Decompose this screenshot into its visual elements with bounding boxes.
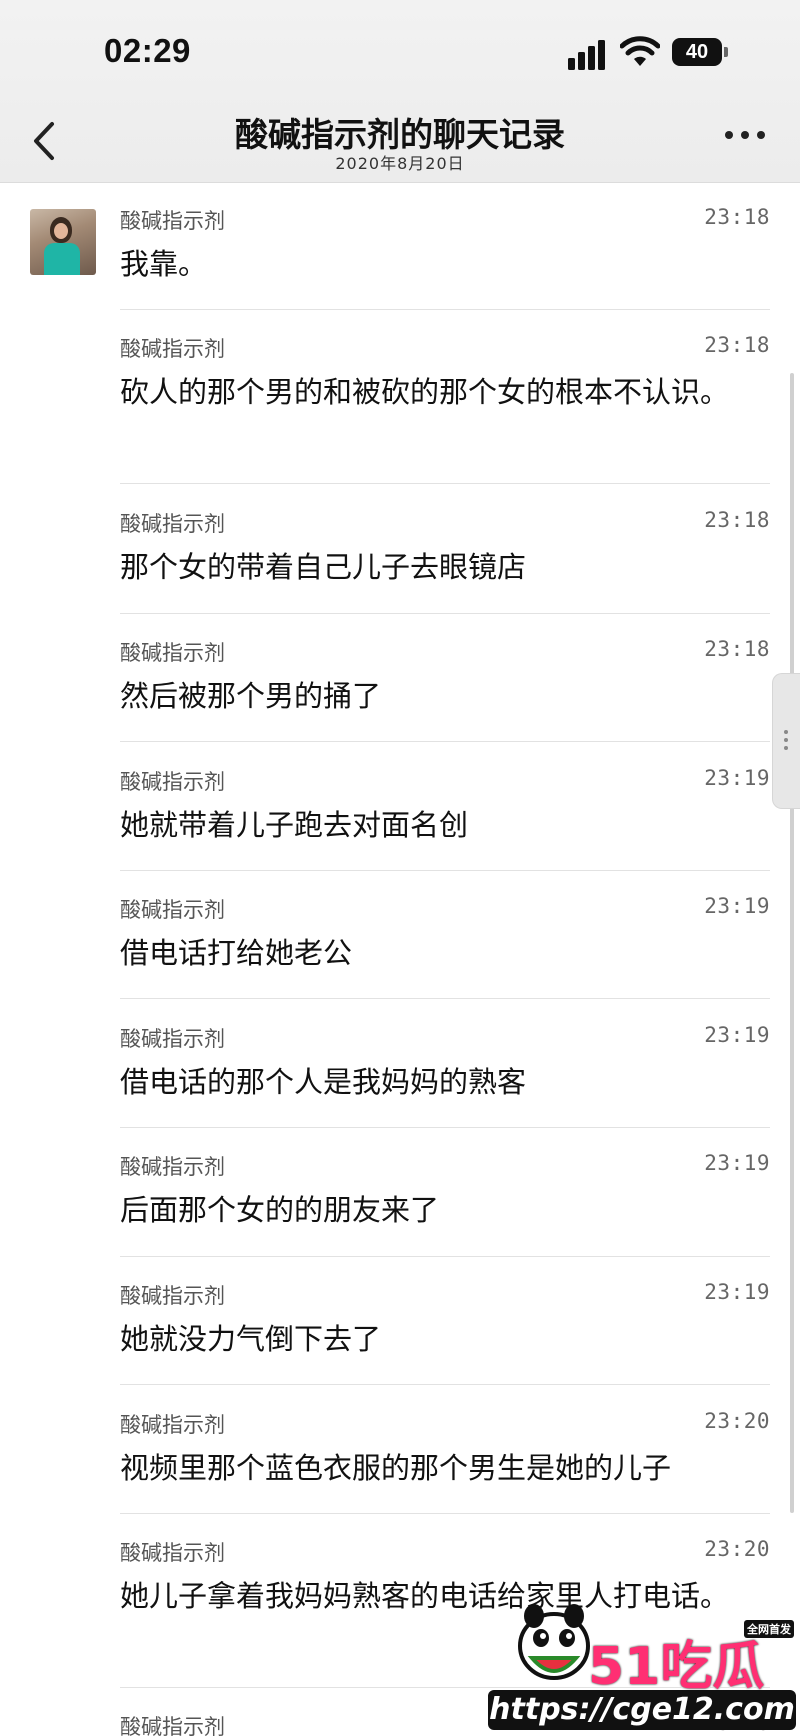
signal-icon bbox=[568, 40, 608, 70]
message-time: 23:19 bbox=[704, 766, 770, 790]
message-time: 23:19 bbox=[704, 1151, 770, 1175]
side-drag-handle[interactable] bbox=[772, 673, 800, 809]
message-time: 23:19 bbox=[704, 894, 770, 918]
message-text: 视频里那个蓝色衣服的那个男生是她的儿子 bbox=[120, 1451, 672, 1485]
more-icon bbox=[725, 131, 765, 139]
message-sender: 酸碱指示剂 bbox=[120, 1715, 225, 1736]
divider bbox=[120, 1256, 770, 1257]
message-sender: 酸碱指示剂 bbox=[120, 1155, 225, 1179]
page-title: 酸碱指示剂的聊天记录 bbox=[235, 115, 565, 154]
message-time: 23:18 bbox=[704, 508, 770, 532]
message-sender: 酸碱指示剂 bbox=[120, 1541, 225, 1565]
message-sender: 酸碱指示剂 bbox=[120, 209, 225, 233]
status-time: 02:29 bbox=[104, 32, 191, 69]
watermark: 51吃瓜 全网首发 https://cge12.com bbox=[488, 1598, 800, 1736]
top-bar: 02:29 40 酸碱指示剂的聊天记录 2020年8月20日 bbox=[0, 0, 800, 183]
message-text: 她就没力气倒下去了 bbox=[120, 1322, 382, 1356]
message-sender: 酸碱指示剂 bbox=[120, 1413, 225, 1437]
divider bbox=[120, 483, 770, 484]
grip-icon bbox=[783, 730, 789, 754]
scrollbar[interactable] bbox=[790, 373, 794, 1513]
message-sender: 酸碱指示剂 bbox=[120, 512, 225, 536]
message-text: 那个女的带着自己儿子去眼镜店 bbox=[120, 550, 527, 584]
message-text: 砍人的那个男的和被砍的那个女的根本不认识。 bbox=[120, 375, 730, 409]
message-text: 后面那个女的的朋友来了 bbox=[120, 1193, 440, 1227]
divider bbox=[120, 1127, 770, 1128]
battery-icon: 40 bbox=[672, 38, 728, 66]
message-sender: 酸碱指示剂 bbox=[120, 641, 225, 665]
message-time: 23:19 bbox=[704, 1023, 770, 1047]
divider bbox=[120, 613, 770, 614]
message-text: 她就带着儿子跑去对面名创 bbox=[120, 808, 469, 842]
divider bbox=[120, 1513, 770, 1514]
divider bbox=[120, 741, 770, 742]
divider bbox=[120, 1384, 770, 1385]
divider bbox=[120, 870, 770, 871]
watermark-brand: 51吃瓜 bbox=[586, 1636, 765, 1699]
message-time: 23:18 bbox=[704, 333, 770, 357]
message-text: 借电话的那个人是我妈妈的熟客 bbox=[120, 1065, 527, 1099]
message-time: 23:18 bbox=[704, 205, 770, 229]
message-sender: 酸碱指示剂 bbox=[120, 898, 225, 922]
mascot-icon bbox=[518, 1604, 590, 1680]
watermark-url: https://cge12.com bbox=[488, 1690, 796, 1730]
message-text: 我靠。 bbox=[120, 247, 208, 281]
message-sender: 酸碱指示剂 bbox=[120, 1284, 225, 1308]
message-sender: 酸碱指示剂 bbox=[120, 1027, 225, 1051]
message-text: 然后被那个男的捅了 bbox=[120, 679, 382, 713]
divider bbox=[120, 309, 770, 310]
message-sender: 酸碱指示剂 bbox=[120, 337, 225, 361]
message-sender: 酸碱指示剂 bbox=[120, 770, 225, 794]
watermark-tag: 全网首发 bbox=[744, 1620, 794, 1638]
avatar[interactable] bbox=[30, 209, 96, 275]
message-text: 借电话打给她老公 bbox=[120, 936, 353, 970]
message-list[interactable]: 酸碱指示剂 23:18 我靠。 酸碱指示剂 23:18 砍人的那个男的和被砍的那… bbox=[0, 183, 800, 1736]
message-time: 23:18 bbox=[704, 637, 770, 661]
page-subtitle: 2020年8月20日 bbox=[335, 154, 465, 173]
message-time: 23:19 bbox=[704, 1280, 770, 1304]
divider bbox=[120, 998, 770, 999]
more-button[interactable] bbox=[720, 122, 770, 152]
message-time: 23:20 bbox=[704, 1409, 770, 1433]
message-time: 23:20 bbox=[704, 1537, 770, 1561]
wifi-icon bbox=[620, 36, 660, 66]
